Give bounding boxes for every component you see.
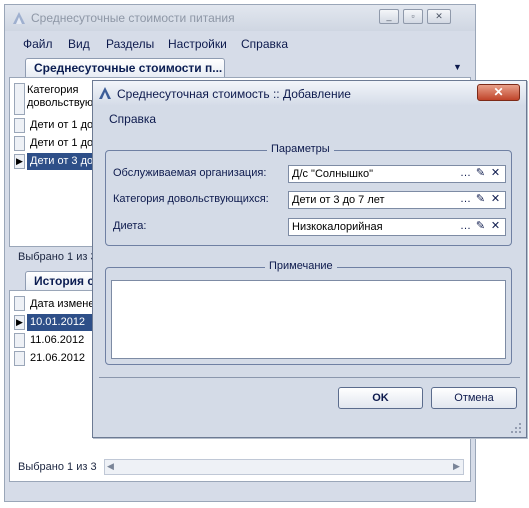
organization-label: Обслуживаемая организация:	[113, 167, 267, 179]
main-menu-bar: Файл Вид Разделы Настройки Справка	[5, 34, 475, 54]
clear-icon[interactable]: ✕	[489, 166, 502, 182]
menu-file[interactable]: Файл	[23, 37, 53, 51]
edit-icon[interactable]: ✎	[474, 219, 487, 235]
column-header-category[interactable]: Категория довольствующ	[27, 84, 102, 110]
row-selector[interactable]	[14, 136, 25, 151]
add-dialog: Среднесуточная стоимость :: Добавление ✕…	[92, 80, 527, 438]
category-field[interactable]: Дети от 3 до 7 лет … ✎ ✕	[288, 191, 506, 209]
row-pointer-icon[interactable]: ▶	[14, 154, 25, 169]
dialog-close-button[interactable]: ✕	[477, 84, 520, 101]
dialog-separator	[99, 377, 520, 378]
status-selected-top: Выбрано 1 из 3	[18, 251, 97, 263]
ellipsis-icon[interactable]: …	[459, 166, 472, 182]
horizontal-scrollbar[interactable]: ◀ ▶	[104, 459, 464, 475]
column-header-date[interactable]: Дата измене	[27, 296, 100, 313]
dialog-title-bar[interactable]: Среднесуточная стоимость :: Добавление ✕	[93, 81, 526, 105]
row-selector[interactable]	[14, 351, 25, 366]
grid-corner	[14, 83, 25, 115]
resize-grip-icon[interactable]	[510, 422, 522, 434]
row-pointer-icon[interactable]: ▶	[14, 315, 25, 330]
ok-button[interactable]: OK	[338, 387, 423, 409]
scroll-left-icon[interactable]: ◀	[107, 461, 114, 472]
tab-dropdown-icon[interactable]: ▼	[453, 62, 462, 72]
table-row[interactable]: Дети от 1 до	[27, 135, 100, 152]
table-row[interactable]: 21.06.2012	[27, 350, 100, 367]
diet-value: Низкокалорийная	[292, 221, 383, 233]
tab-average-costs[interactable]: Среднесуточные стоимости п...	[25, 58, 225, 77]
category-label: Категория довольствующихся:	[113, 193, 269, 205]
menu-settings[interactable]: Настройки	[168, 37, 227, 51]
main-close-button[interactable]: ✕	[427, 9, 451, 24]
main-title-bar[interactable]: Среднесуточные стоимости питания _ ▫ ✕	[5, 5, 475, 31]
organization-field[interactable]: Д/с "Солнышко" … ✎ ✕	[288, 165, 506, 183]
diet-field[interactable]: Низкокалорийная … ✎ ✕	[288, 218, 506, 236]
note-group-title: Примечание	[265, 260, 337, 272]
minimize-button[interactable]: _	[379, 9, 399, 24]
cancel-button[interactable]: Отмена	[431, 387, 517, 409]
table-row-selected[interactable]: Дети от 3 до	[27, 153, 100, 170]
scroll-right-icon[interactable]: ▶	[453, 461, 460, 472]
ellipsis-icon[interactable]: …	[459, 192, 472, 208]
note-textarea[interactable]	[111, 280, 506, 359]
maximize-button[interactable]: ▫	[403, 9, 423, 24]
grid-corner	[14, 296, 25, 311]
dialog-title: Среднесуточная стоимость :: Добавление	[117, 87, 351, 101]
row-selector[interactable]	[14, 118, 25, 133]
table-row-selected[interactable]: 10.01.2012	[27, 314, 100, 331]
app-icon	[99, 87, 111, 99]
app-icon	[13, 12, 25, 24]
parameters-group-title: Параметры	[267, 143, 334, 155]
menu-help[interactable]: Справка	[241, 37, 288, 51]
minimize-icon: _	[386, 11, 392, 21]
restore-icon: ▫	[411, 11, 415, 21]
diet-label: Диета:	[113, 220, 147, 232]
edit-icon[interactable]: ✎	[474, 166, 487, 182]
menu-sections[interactable]: Разделы	[106, 37, 154, 51]
dialog-menu-help[interactable]: Справка	[109, 112, 156, 126]
row-selector[interactable]	[14, 333, 25, 348]
table-row[interactable]: Дети от 1 до	[27, 117, 100, 134]
clear-icon[interactable]: ✕	[489, 192, 502, 208]
menu-view[interactable]: Вид	[68, 37, 90, 51]
status-selected-bottom: Выбрано 1 из 3	[18, 461, 97, 473]
main-window-title: Среднесуточные стоимости питания	[31, 11, 235, 25]
table-row[interactable]: 11.06.2012	[27, 332, 100, 349]
close-icon: ✕	[493, 85, 504, 99]
clear-icon[interactable]: ✕	[489, 219, 502, 235]
close-icon: ✕	[435, 11, 443, 21]
organization-value: Д/с "Солнышко"	[292, 168, 373, 180]
ellipsis-icon[interactable]: …	[459, 219, 472, 235]
edit-icon[interactable]: ✎	[474, 192, 487, 208]
category-value: Дети от 3 до 7 лет	[292, 194, 385, 206]
